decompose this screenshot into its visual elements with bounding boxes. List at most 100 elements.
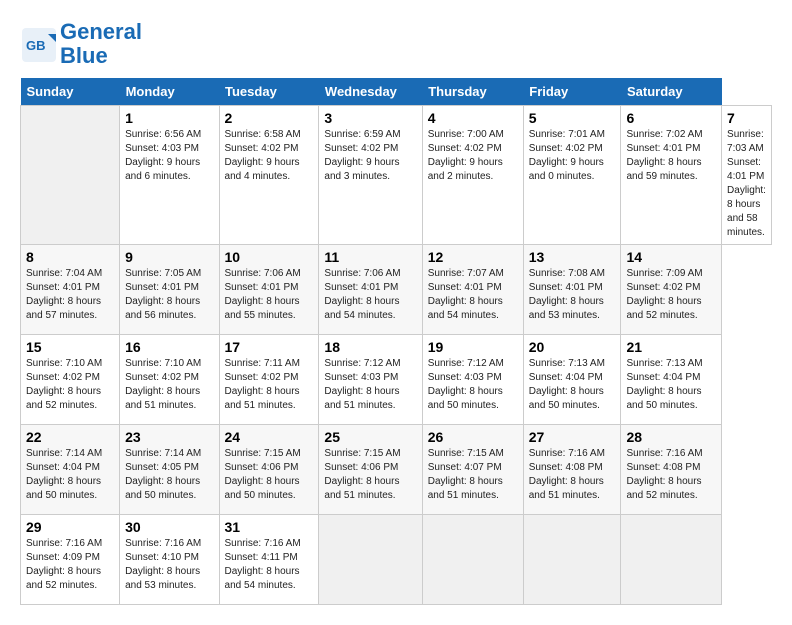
day-info: Sunrise: 7:16 AM Sunset: 4:09 PM Dayligh… — [26, 537, 114, 593]
calendar-day: 13 Sunrise: 7:08 AM Sunset: 4:01 PM Dayl… — [523, 245, 621, 335]
svg-text:GB: GB — [26, 38, 46, 53]
day-info: Sunrise: 7:15 AM Sunset: 4:06 PM Dayligh… — [324, 447, 416, 503]
calendar-table: SundayMondayTuesdayWednesdayThursdayFrid… — [20, 78, 772, 605]
day-number: 6 — [626, 110, 716, 126]
day-number: 27 — [529, 429, 616, 445]
day-info: Sunrise: 7:10 AM Sunset: 4:02 PM Dayligh… — [26, 357, 114, 413]
day-info: Sunrise: 7:14 AM Sunset: 4:05 PM Dayligh… — [125, 447, 213, 503]
day-info: Sunrise: 7:14 AM Sunset: 4:04 PM Dayligh… — [26, 447, 114, 503]
day-info: Sunrise: 7:03 AM Sunset: 4:01 PM Dayligh… — [727, 128, 766, 240]
day-info: Sunrise: 7:13 AM Sunset: 4:04 PM Dayligh… — [529, 357, 616, 413]
empty-cell — [621, 515, 722, 605]
day-number: 31 — [225, 519, 314, 535]
day-number: 19 — [428, 339, 518, 355]
day-number: 15 — [26, 339, 114, 355]
day-number: 23 — [125, 429, 213, 445]
day-info: Sunrise: 7:04 AM Sunset: 4:01 PM Dayligh… — [26, 267, 114, 323]
day-number: 4 — [428, 110, 518, 126]
day-number: 28 — [626, 429, 716, 445]
page-header: GB General Blue — [20, 20, 772, 68]
day-number: 5 — [529, 110, 616, 126]
day-info: Sunrise: 7:11 AM Sunset: 4:02 PM Dayligh… — [225, 357, 314, 413]
calendar-header-row: SundayMondayTuesdayWednesdayThursdayFrid… — [21, 78, 772, 106]
calendar-day: 25 Sunrise: 7:15 AM Sunset: 4:06 PM Dayl… — [319, 425, 422, 515]
calendar-week-row: 29 Sunrise: 7:16 AM Sunset: 4:09 PM Dayl… — [21, 515, 772, 605]
col-header-saturday: Saturday — [621, 78, 722, 106]
day-number: 21 — [626, 339, 716, 355]
col-header-tuesday: Tuesday — [219, 78, 319, 106]
day-number: 22 — [26, 429, 114, 445]
logo-icon: GB — [20, 26, 56, 62]
logo: GB General Blue — [20, 20, 142, 68]
day-number: 29 — [26, 519, 114, 535]
calendar-day: 20 Sunrise: 7:13 AM Sunset: 4:04 PM Dayl… — [523, 335, 621, 425]
calendar-day: 31 Sunrise: 7:16 AM Sunset: 4:11 PM Dayl… — [219, 515, 319, 605]
day-info: Sunrise: 7:15 AM Sunset: 4:07 PM Dayligh… — [428, 447, 518, 503]
day-info: Sunrise: 7:06 AM Sunset: 4:01 PM Dayligh… — [225, 267, 314, 323]
calendar-day: 4 Sunrise: 7:00 AM Sunset: 4:02 PM Dayli… — [422, 106, 523, 245]
day-info: Sunrise: 7:09 AM Sunset: 4:02 PM Dayligh… — [626, 267, 716, 323]
day-info: Sunrise: 7:08 AM Sunset: 4:01 PM Dayligh… — [529, 267, 616, 323]
day-info: Sunrise: 7:13 AM Sunset: 4:04 PM Dayligh… — [626, 357, 716, 413]
empty-cell — [21, 106, 120, 245]
day-number: 1 — [125, 110, 213, 126]
calendar-day: 18 Sunrise: 7:12 AM Sunset: 4:03 PM Dayl… — [319, 335, 422, 425]
calendar-day: 17 Sunrise: 7:11 AM Sunset: 4:02 PM Dayl… — [219, 335, 319, 425]
day-number: 10 — [225, 249, 314, 265]
day-info: Sunrise: 7:05 AM Sunset: 4:01 PM Dayligh… — [125, 267, 213, 323]
day-info: Sunrise: 7:02 AM Sunset: 4:01 PM Dayligh… — [626, 128, 716, 184]
calendar-week-row: 15 Sunrise: 7:10 AM Sunset: 4:02 PM Dayl… — [21, 335, 772, 425]
day-number: 12 — [428, 249, 518, 265]
calendar-day: 16 Sunrise: 7:10 AM Sunset: 4:02 PM Dayl… — [120, 335, 219, 425]
calendar-day: 9 Sunrise: 7:05 AM Sunset: 4:01 PM Dayli… — [120, 245, 219, 335]
calendar-day: 3 Sunrise: 6:59 AM Sunset: 4:02 PM Dayli… — [319, 106, 422, 245]
day-info: Sunrise: 7:16 AM Sunset: 4:10 PM Dayligh… — [125, 537, 213, 593]
calendar-day: 26 Sunrise: 7:15 AM Sunset: 4:07 PM Dayl… — [422, 425, 523, 515]
day-info: Sunrise: 7:12 AM Sunset: 4:03 PM Dayligh… — [324, 357, 416, 413]
calendar-day: 29 Sunrise: 7:16 AM Sunset: 4:09 PM Dayl… — [21, 515, 120, 605]
calendar-day: 7 Sunrise: 7:03 AM Sunset: 4:01 PM Dayli… — [722, 106, 772, 245]
day-info: Sunrise: 7:16 AM Sunset: 4:11 PM Dayligh… — [225, 537, 314, 593]
calendar-day: 6 Sunrise: 7:02 AM Sunset: 4:01 PM Dayli… — [621, 106, 722, 245]
col-header-sunday: Sunday — [21, 78, 120, 106]
day-info: Sunrise: 7:10 AM Sunset: 4:02 PM Dayligh… — [125, 357, 213, 413]
day-number: 18 — [324, 339, 416, 355]
calendar-day: 22 Sunrise: 7:14 AM Sunset: 4:04 PM Dayl… — [21, 425, 120, 515]
calendar-week-row: 1 Sunrise: 6:56 AM Sunset: 4:03 PM Dayli… — [21, 106, 772, 245]
calendar-week-row: 22 Sunrise: 7:14 AM Sunset: 4:04 PM Dayl… — [21, 425, 772, 515]
day-info: Sunrise: 6:58 AM Sunset: 4:02 PM Dayligh… — [225, 128, 314, 184]
day-info: Sunrise: 7:16 AM Sunset: 4:08 PM Dayligh… — [529, 447, 616, 503]
col-header-thursday: Thursday — [422, 78, 523, 106]
calendar-week-row: 8 Sunrise: 7:04 AM Sunset: 4:01 PM Dayli… — [21, 245, 772, 335]
day-number: 8 — [26, 249, 114, 265]
day-info: Sunrise: 7:01 AM Sunset: 4:02 PM Dayligh… — [529, 128, 616, 184]
day-info: Sunrise: 7:15 AM Sunset: 4:06 PM Dayligh… — [225, 447, 314, 503]
day-number: 13 — [529, 249, 616, 265]
day-number: 16 — [125, 339, 213, 355]
day-info: Sunrise: 7:16 AM Sunset: 4:08 PM Dayligh… — [626, 447, 716, 503]
calendar-day: 14 Sunrise: 7:09 AM Sunset: 4:02 PM Dayl… — [621, 245, 722, 335]
empty-cell — [319, 515, 422, 605]
day-info: Sunrise: 7:07 AM Sunset: 4:01 PM Dayligh… — [428, 267, 518, 323]
day-number: 9 — [125, 249, 213, 265]
calendar-day: 12 Sunrise: 7:07 AM Sunset: 4:01 PM Dayl… — [422, 245, 523, 335]
day-number: 17 — [225, 339, 314, 355]
day-number: 14 — [626, 249, 716, 265]
calendar-day: 5 Sunrise: 7:01 AM Sunset: 4:02 PM Dayli… — [523, 106, 621, 245]
day-info: Sunrise: 6:59 AM Sunset: 4:02 PM Dayligh… — [324, 128, 416, 184]
day-number: 2 — [225, 110, 314, 126]
day-number: 30 — [125, 519, 213, 535]
calendar-day: 27 Sunrise: 7:16 AM Sunset: 4:08 PM Dayl… — [523, 425, 621, 515]
day-number: 11 — [324, 249, 416, 265]
empty-cell — [422, 515, 523, 605]
day-number: 25 — [324, 429, 416, 445]
calendar-day: 24 Sunrise: 7:15 AM Sunset: 4:06 PM Dayl… — [219, 425, 319, 515]
col-header-monday: Monday — [120, 78, 219, 106]
day-info: Sunrise: 7:06 AM Sunset: 4:01 PM Dayligh… — [324, 267, 416, 323]
empty-cell — [523, 515, 621, 605]
day-number: 26 — [428, 429, 518, 445]
col-header-friday: Friday — [523, 78, 621, 106]
day-number: 20 — [529, 339, 616, 355]
calendar-day: 19 Sunrise: 7:12 AM Sunset: 4:03 PM Dayl… — [422, 335, 523, 425]
logo-text: General Blue — [60, 20, 142, 68]
